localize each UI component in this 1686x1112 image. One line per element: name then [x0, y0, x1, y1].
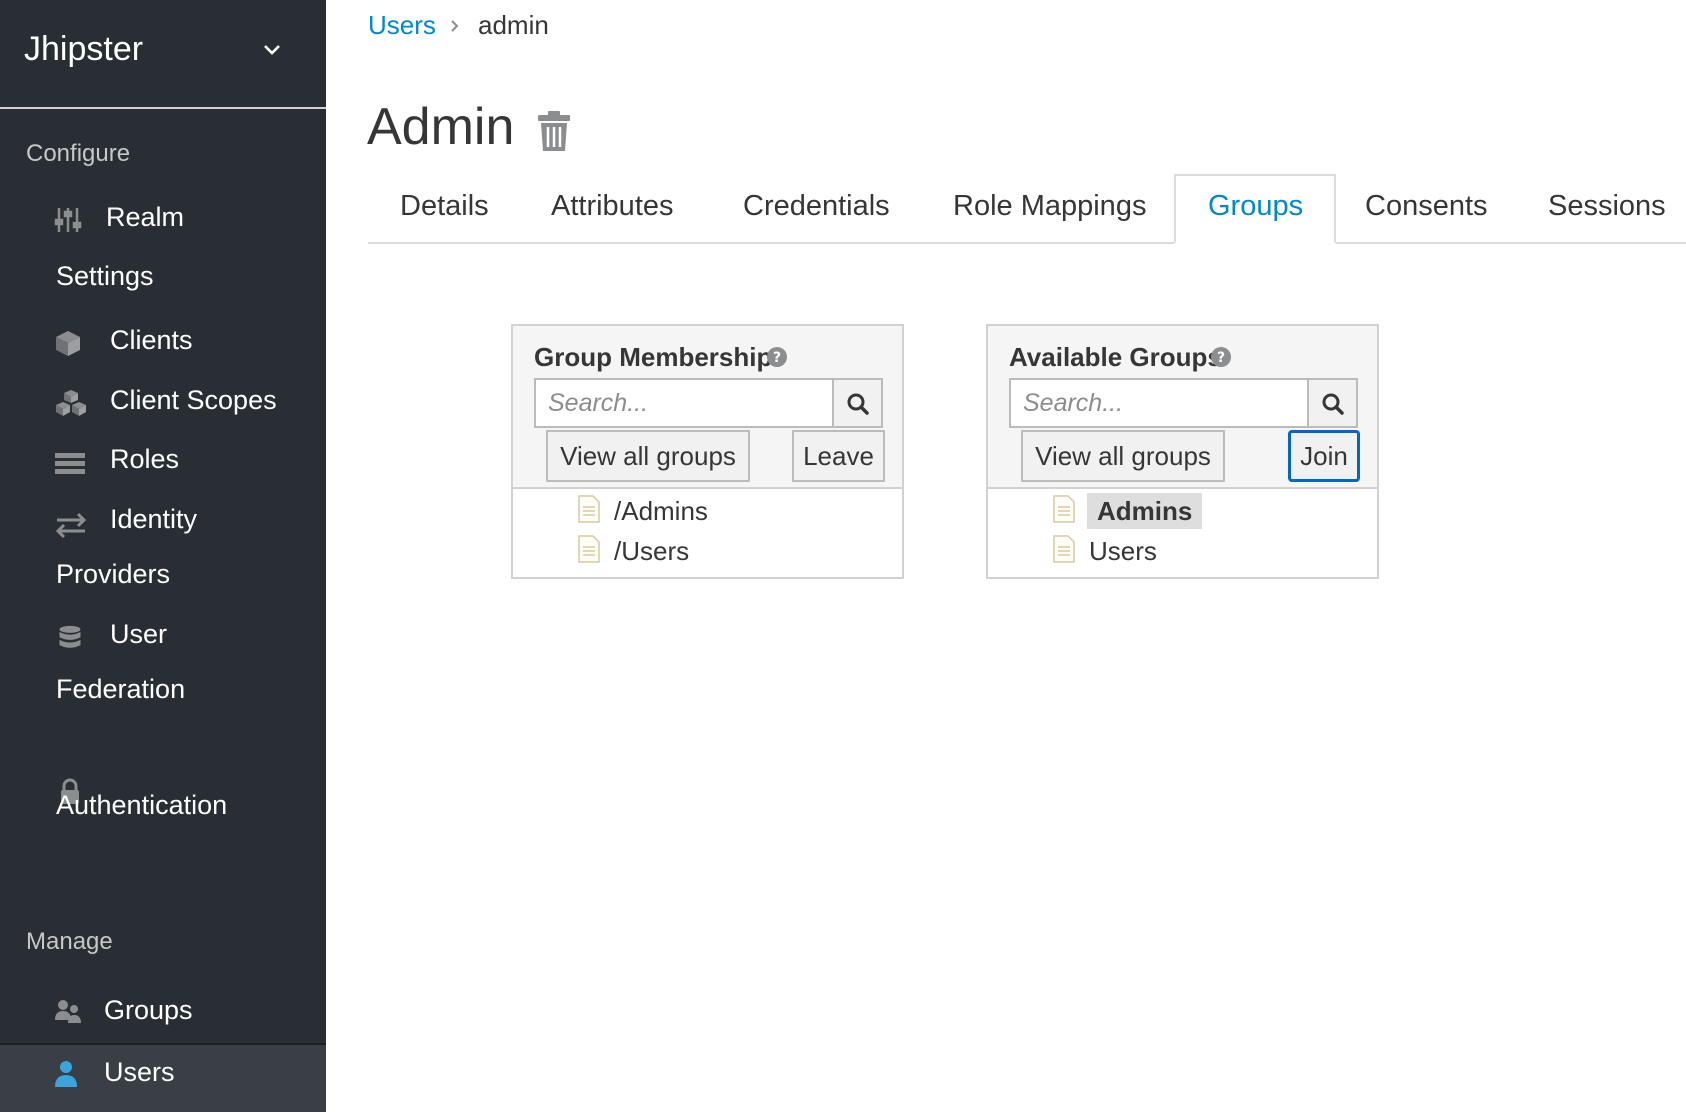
tab-consents[interactable]: Consents — [1365, 190, 1488, 223]
sidebar-item-label: Settings — [56, 261, 154, 291]
sidebar-item-label: Roles — [110, 444, 180, 474]
svg-text:?: ? — [1217, 350, 1225, 366]
exchange-icon — [55, 512, 87, 539]
realm-name: Jhipster — [24, 30, 144, 68]
file-icon — [1053, 535, 1075, 563]
breadcrumb-current: admin — [478, 10, 549, 40]
leave-button[interactable]: Leave — [792, 430, 885, 482]
search-icon — [1322, 393, 1344, 415]
membership-search-input[interactable] — [534, 378, 834, 428]
sidebar-item-label: Realm — [106, 202, 185, 232]
list-icon — [55, 453, 85, 474]
tree-item-label: /Users — [614, 536, 690, 566]
sidebar-item-label: Groups — [104, 995, 193, 1025]
sidebar-item-label: Users — [104, 1057, 175, 1087]
tab-attributes[interactable]: Attributes — [551, 190, 674, 223]
sidebar-item-label: Federation — [56, 674, 186, 704]
group-membership-panel: Group Membership ? View all groups Leave… — [511, 324, 904, 579]
help-icon[interactable]: ? — [1210, 346, 1232, 368]
join-button[interactable]: Join — [1288, 430, 1360, 482]
panel-header: Available Groups ? View all groups Join — [988, 326, 1377, 489]
search-icon — [847, 393, 869, 415]
page-title: Admin — [367, 98, 515, 156]
sidebar-item-label: Client Scopes — [110, 385, 277, 415]
tab-sessions[interactable]: Sessions — [1548, 190, 1666, 223]
panel-title: Group Membership — [534, 342, 773, 372]
user-icon — [55, 1061, 77, 1087]
chevron-right-icon — [451, 20, 459, 32]
sidebar-item-label: Identity — [110, 504, 198, 534]
file-icon — [578, 535, 600, 563]
tab-details[interactable]: Details — [400, 190, 489, 223]
trash-icon[interactable] — [537, 110, 571, 152]
panel-header: Group Membership ? View all groups Leave — [513, 326, 902, 489]
cubes-icon — [56, 390, 86, 416]
available-search-button[interactable] — [1307, 378, 1358, 428]
sidebar-item-label: Authentication — [56, 790, 228, 820]
membership-view-all-button[interactable]: View all groups — [546, 430, 750, 482]
tree-item-label: Users — [1089, 536, 1157, 566]
breadcrumb-users-link[interactable]: Users — [368, 10, 436, 41]
tree-item-label: /Admins — [614, 496, 708, 526]
sidebar-item-users[interactable]: Users — [0, 1043, 326, 1112]
cube-icon — [56, 331, 80, 356]
tree-item-label: Admins — [1087, 493, 1203, 529]
chevron-down-icon — [264, 45, 280, 55]
manage-section-title: Manage — [26, 928, 113, 955]
sidebar-item-label: User — [110, 619, 168, 649]
membership-search-button[interactable] — [832, 378, 883, 428]
sidebar-item-label: Providers — [56, 559, 171, 589]
sidebar-item-label: Clients — [110, 325, 193, 355]
tabs-underline — [368, 242, 1686, 244]
tab-credentials[interactable]: Credentials — [743, 190, 890, 223]
available-groups-panel: Available Groups ? View all groups Join … — [986, 324, 1379, 579]
sidebar: Jhipster Configure Realm Settings Client… — [0, 0, 326, 1112]
file-icon — [578, 495, 600, 523]
tab-role-mappings[interactable]: Role Mappings — [953, 190, 1146, 223]
database-icon — [59, 625, 81, 648]
file-icon — [1053, 495, 1075, 523]
users-icon — [55, 1000, 81, 1023]
available-view-all-button[interactable]: View all groups — [1021, 430, 1225, 482]
tab-groups[interactable]: Groups — [1208, 190, 1303, 223]
configure-section-title: Configure — [26, 140, 131, 167]
sliders-icon — [54, 208, 82, 232]
available-search-input[interactable] — [1009, 378, 1309, 428]
panel-title: Available Groups — [1009, 342, 1222, 372]
help-icon[interactable]: ? — [766, 346, 788, 368]
realm-selector[interactable]: Jhipster — [0, 0, 326, 109]
svg-text:?: ? — [773, 350, 781, 366]
